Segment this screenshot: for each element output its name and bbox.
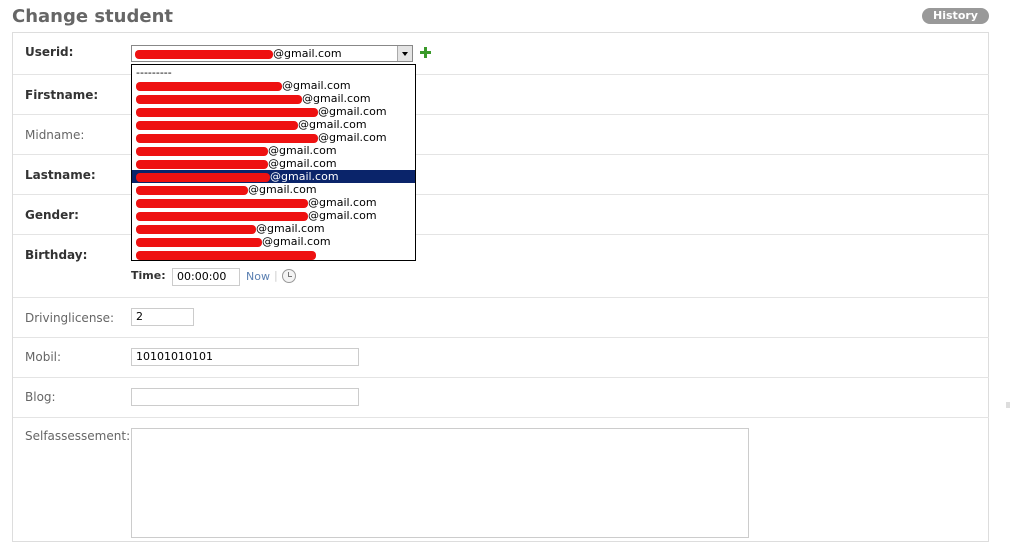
redacted-text <box>136 198 308 208</box>
redacted-text <box>136 237 262 247</box>
midname-label: Midname: <box>25 128 85 142</box>
dropdown-option[interactable]: @gmail.com <box>132 209 415 222</box>
gender-label: Gender: <box>25 208 79 222</box>
dropdown-option[interactable]: @gmail.com <box>132 79 415 92</box>
chevron-down-icon[interactable] <box>397 46 412 61</box>
lastname-label: Lastname: <box>25 168 96 182</box>
dropdown-option[interactable]: @gmail.com <box>132 131 415 144</box>
blog-input[interactable] <box>131 388 359 406</box>
userid-label: Userid: <box>25 45 74 59</box>
redacted-text <box>136 159 268 169</box>
mobil-label: Mobil: <box>25 350 62 364</box>
redacted-text <box>136 185 248 195</box>
drivinglicense-input[interactable]: 2 <box>131 308 194 326</box>
page-title: Change student <box>12 6 173 27</box>
selfassessement-label: Selfassessement: <box>25 429 131 443</box>
scrollbar-marker <box>1006 402 1010 408</box>
dropdown-option[interactable]: @gmail.com <box>132 196 415 209</box>
dropdown-option[interactable]: @gmail.com <box>132 157 415 170</box>
redacted-text <box>135 49 273 59</box>
dropdown-option[interactable]: @gmail.com <box>132 235 415 248</box>
dropdown-option[interactable]: @gmail.com <box>132 105 415 118</box>
dropdown-option[interactable]: @gmail.com <box>132 183 415 196</box>
now-link[interactable]: Now <box>246 270 270 283</box>
dropdown-option[interactable] <box>132 248 415 260</box>
redacted-text <box>136 120 298 130</box>
blog-label: Blog: <box>25 390 56 404</box>
selfassessement-textarea[interactable] <box>131 428 749 538</box>
redacted-text <box>136 146 268 156</box>
dropdown-option[interactable]: @gmail.com <box>132 222 415 235</box>
dropdown-option[interactable]: @gmail.com <box>132 118 415 131</box>
firstname-label: Firstname: <box>25 88 99 102</box>
birthday-label: Birthday: <box>25 248 88 262</box>
redacted-text <box>136 107 318 117</box>
redacted-text <box>136 211 308 221</box>
drivinglicense-label: Drivinglicense: <box>25 311 115 325</box>
dropdown-option[interactable]: @gmail.com <box>132 144 415 157</box>
redacted-text <box>136 133 318 143</box>
history-button[interactable]: History <box>922 8 989 24</box>
dropdown-option[interactable]: @gmail.com <box>132 92 415 105</box>
redacted-text <box>136 224 256 234</box>
clock-icon[interactable] <box>282 269 296 283</box>
userid-dropdown-list[interactable]: --------- @gmail.com @gmail.com @gmail.c… <box>131 64 416 261</box>
userid-select[interactable]: @gmail.com <box>131 45 413 62</box>
time-label: Time: <box>131 269 166 282</box>
mobil-input[interactable]: 10101010101 <box>131 348 359 366</box>
time-input[interactable]: 00:00:00 <box>172 268 240 286</box>
separator: | <box>274 269 278 282</box>
dropdown-option-selected[interactable]: @gmail.com <box>132 170 415 183</box>
userid-select-value: @gmail.com <box>273 47 342 60</box>
redacted-text <box>136 94 302 104</box>
add-icon[interactable] <box>420 47 431 58</box>
redacted-text <box>136 172 270 182</box>
redacted-text <box>136 81 282 91</box>
dropdown-option-empty[interactable]: --------- <box>132 66 415 79</box>
redacted-text <box>136 250 316 260</box>
